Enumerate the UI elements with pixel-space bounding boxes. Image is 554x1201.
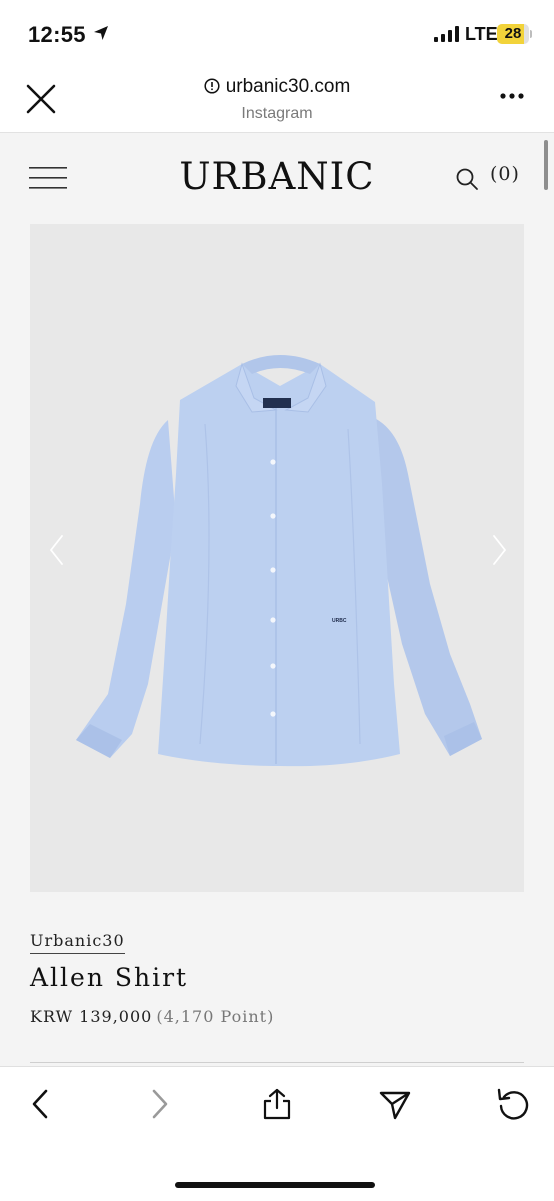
status-time: 12:55 bbox=[28, 22, 86, 47]
signal-icon bbox=[434, 26, 459, 42]
battery-nub bbox=[530, 30, 532, 38]
carousel-next-icon[interactable] bbox=[490, 532, 510, 568]
send-icon[interactable] bbox=[378, 1087, 412, 1121]
shirt-embroidery: URBC bbox=[332, 618, 347, 624]
in-app-browser-header: urbanic30.com Instagram bbox=[0, 68, 554, 133]
product-brand-link[interactable]: Urbanic30 bbox=[30, 931, 125, 954]
price-value: KRW 139,000 bbox=[30, 1007, 153, 1026]
url-source: Instagram bbox=[241, 105, 313, 122]
scrollbar bbox=[544, 140, 548, 190]
status-bar: 12:55 LTE 28 bbox=[0, 0, 554, 68]
product-name: Allen Shirt bbox=[30, 963, 189, 992]
browser-toolbar bbox=[0, 1066, 554, 1201]
battery-icon: 28 bbox=[497, 24, 529, 44]
divider bbox=[30, 1062, 524, 1063]
site-header: URBANIC (0) bbox=[0, 133, 554, 223]
reload-icon[interactable] bbox=[496, 1087, 530, 1121]
url-domain-text: urbanic30.com bbox=[225, 76, 351, 97]
carousel-prev-icon[interactable] bbox=[46, 532, 66, 568]
share-icon[interactable] bbox=[260, 1087, 294, 1121]
product-image[interactable]: URBC bbox=[30, 224, 524, 892]
chevron-left-icon[interactable] bbox=[24, 1087, 58, 1121]
location-arrow-icon bbox=[94, 26, 108, 40]
search-icon[interactable] bbox=[455, 167, 479, 191]
network-type: LTE bbox=[465, 24, 498, 44]
url-domain[interactable]: urbanic30.com bbox=[0, 76, 554, 98]
more-icon[interactable] bbox=[499, 90, 525, 102]
product-price: KRW 139,000 (4,170 Point) bbox=[30, 1007, 274, 1026]
home-indicator[interactable] bbox=[175, 1182, 375, 1188]
cart-count[interactable]: (0) bbox=[490, 163, 520, 185]
shirt-image: URBC bbox=[76, 355, 482, 767]
chevron-right-icon[interactable] bbox=[142, 1087, 176, 1121]
price-points: (4,170 Point) bbox=[156, 1007, 275, 1026]
info-icon[interactable] bbox=[204, 78, 220, 94]
battery-level: 28 bbox=[504, 25, 522, 42]
